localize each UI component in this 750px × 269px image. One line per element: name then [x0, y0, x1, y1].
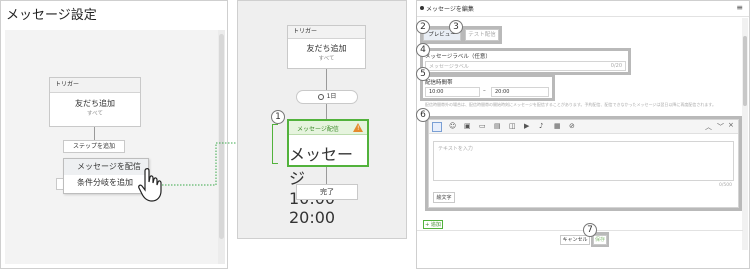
- time-separator: –: [483, 88, 486, 94]
- chevron-up-icon[interactable]: ︿: [705, 122, 712, 132]
- gallery-tool-icon[interactable]: ▦: [554, 122, 561, 130]
- footer-divider: [417, 230, 743, 231]
- card-tool-icon[interactable]: ▤: [494, 122, 501, 130]
- callout-5: 5: [416, 67, 430, 81]
- callout-2: 2: [416, 20, 430, 34]
- callout-6: 6: [416, 108, 430, 122]
- connector-line: [326, 69, 327, 91]
- message-label-input[interactable]: メッセージラベル 0/20: [425, 61, 626, 71]
- text-count: 0/500: [719, 183, 732, 188]
- message-node-title: メッセージ: [289, 145, 354, 188]
- end-time-input[interactable]: 20:00: [491, 87, 549, 97]
- connector-line: [326, 104, 327, 120]
- message-text-placeholder: テキストを入力: [438, 146, 473, 152]
- message-label-count: 0/20: [610, 63, 622, 69]
- coupon-tool-icon[interactable]: ◫: [509, 122, 516, 130]
- trigger-node-header: トリガー: [288, 26, 365, 39]
- add-button[interactable]: + 追加: [423, 220, 443, 229]
- save-button[interactable]: 保存: [593, 235, 607, 245]
- callout-7: 7: [583, 223, 597, 237]
- time-field-label: 配信時間帯: [425, 80, 453, 86]
- scrollbar-thumb[interactable]: [743, 36, 747, 106]
- message-label-placeholder: メッセージラベル: [429, 64, 469, 70]
- cancel-button[interactable]: キャンセル: [560, 235, 590, 245]
- delay-pill[interactable]: 1日: [296, 90, 358, 104]
- tab-test-send[interactable]: テスト配信: [465, 29, 499, 41]
- speech-bubble-tool-icon[interactable]: [432, 122, 442, 132]
- message-icon: [420, 6, 424, 10]
- clock-icon: [317, 93, 324, 100]
- mic-tool-icon[interactable]: ♪: [539, 122, 543, 130]
- label-field-label: メッセージラベル（任意）: [425, 54, 491, 60]
- delay-label: 1日: [326, 93, 337, 100]
- menu-icon[interactable]: ≡: [736, 3, 743, 12]
- callout-4: 4: [416, 43, 430, 57]
- done-node[interactable]: 完了: [296, 184, 358, 200]
- edit-title: メッセージを編集: [426, 6, 474, 13]
- close-icon[interactable]: ×: [728, 121, 734, 129]
- panel-flow-after: トリガー 友だち追加 すべて 1日 メッセージ配信 ! メッセージ 10:00 …: [237, 0, 407, 239]
- editor-toolbar: ☺ ▣ ▭ ▤ ◫ ▶ ♪ ▦ ⊘ ︿ ﹀ ×: [429, 120, 738, 134]
- smile-tool-icon[interactable]: ☺: [449, 122, 456, 130]
- image-tool-icon[interactable]: ▣: [464, 122, 471, 130]
- emoji-button[interactable]: 絵文字: [433, 192, 455, 203]
- warning-glyph: !: [357, 125, 360, 132]
- video-tool-icon[interactable]: ▭: [479, 122, 486, 130]
- trigger-node-sub: すべて: [318, 56, 335, 62]
- message-node-header-label: メッセージ配信: [297, 126, 339, 133]
- message-text-area[interactable]: テキストを入力: [433, 141, 734, 181]
- trigger-node-title: 友だち追加: [306, 44, 347, 53]
- delivery-note: 配信時間帯外の場合は、配信時間帯の開始時刻にメッセージを配信することがあります。…: [425, 102, 717, 107]
- highlight-bracket: [272, 124, 278, 164]
- callout-1: 1: [271, 110, 285, 124]
- callout-3: 3: [449, 20, 463, 34]
- edit-header: メッセージを編集 ≡: [417, 1, 749, 17]
- message-node[interactable]: メッセージ配信 ! メッセージ 10:00 - 20:00: [287, 119, 369, 227]
- message-editor: ☺ ▣ ▭ ▤ ◫ ▶ ♪ ▦ ⊘ ︿ ﹀ × テキストを入力 0/500 絵文…: [428, 119, 739, 208]
- message-node-header: メッセージ配信 !: [289, 121, 367, 135]
- trigger-node[interactable]: トリガー 友だち追加 すべて: [287, 25, 366, 69]
- warning-icon: !: [353, 123, 363, 132]
- start-time-input[interactable]: 10:00: [425, 87, 480, 97]
- chevron-down-icon[interactable]: ﹀: [717, 122, 724, 132]
- scrollbar[interactable]: [742, 18, 748, 250]
- play-tool-icon[interactable]: ▶: [524, 122, 529, 130]
- link-tool-icon[interactable]: ⊘: [569, 122, 575, 130]
- connector-line: [326, 167, 327, 185]
